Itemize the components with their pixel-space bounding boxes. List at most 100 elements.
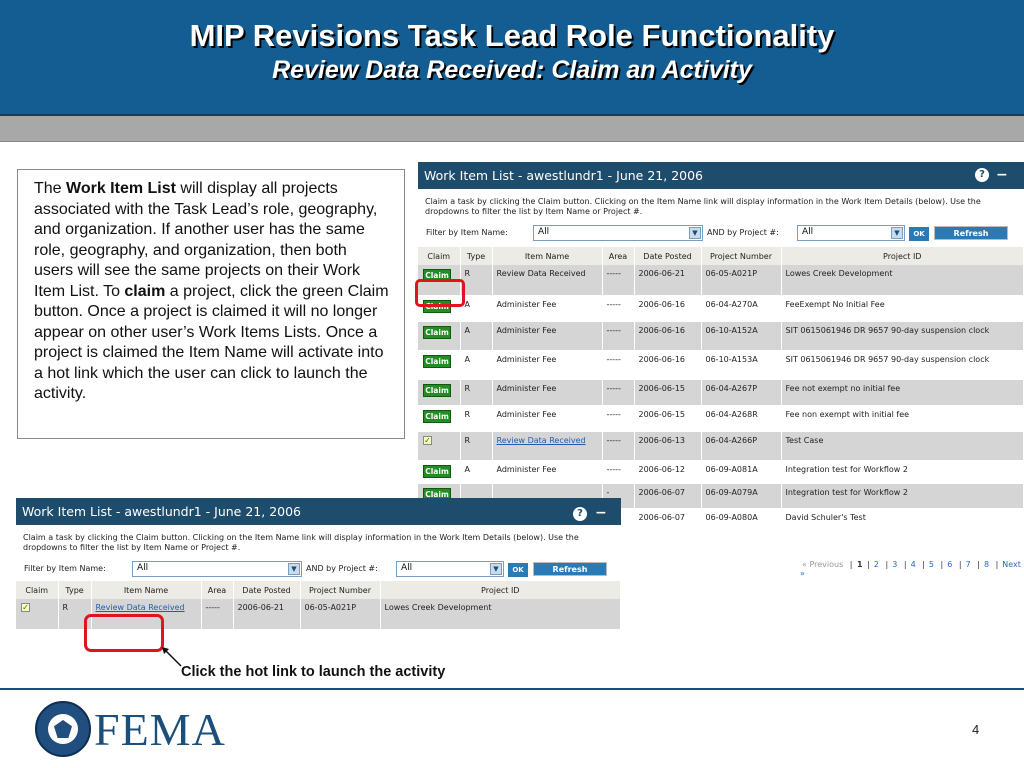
refresh-button[interactable]: Refresh: [934, 226, 1008, 240]
hot-link-highlight: [84, 614, 164, 652]
date-cell: 2006-06-13: [634, 431, 702, 461]
filter-item-select[interactable]: All ▼: [132, 561, 302, 577]
item-name-link[interactable]: Review Data Received: [497, 436, 586, 445]
pager-page[interactable]: 8: [982, 560, 991, 569]
item-name-text: Administer Fee: [496, 299, 557, 309]
pager-previous[interactable]: « Previous: [800, 560, 845, 569]
pager-page[interactable]: 6: [945, 560, 954, 569]
filter-project-select[interactable]: All ▼: [797, 225, 905, 241]
pager-page[interactable]: 4: [909, 560, 918, 569]
table-row: Claim R Review Data Received ----- 2006-06-2…: [418, 265, 1024, 296]
pager-page[interactable]: 3: [890, 560, 899, 569]
area-cell: -----: [602, 350, 635, 380]
project-number-cell: 06-05-A021P: [300, 599, 381, 630]
item-name-cell: Administer Fee: [492, 321, 603, 351]
review-data-received-link[interactable]: Review Data Received: [96, 603, 185, 612]
filter-project-value: All: [401, 563, 413, 573]
column-header[interactable]: Area: [201, 581, 234, 599]
claim-cell: Claim: [418, 321, 461, 351]
claimed-check-icon[interactable]: ✓: [423, 435, 432, 445]
item-name-text: Administer Fee: [496, 464, 557, 474]
pager-page[interactable]: 2: [872, 560, 881, 569]
filter-item-value: All: [137, 563, 149, 573]
refresh-button[interactable]: Refresh: [533, 562, 607, 576]
minimize-icon[interactable]: −: [595, 505, 607, 521]
ok-button[interactable]: OK: [508, 563, 528, 577]
area-cell: -----: [602, 460, 635, 484]
column-header[interactable]: Claim: [16, 581, 59, 599]
table-row: Claim A Administer Fee ----- 2006-06-16 06-10…: [418, 321, 1024, 351]
claim-button[interactable]: Claim: [423, 464, 451, 478]
claimed-check-icon[interactable]: ✓: [21, 603, 30, 612]
project-number-cell: 06-09-A081A: [701, 460, 782, 484]
help-icon[interactable]: ?: [975, 168, 989, 182]
item-name-cell: Administer Fee: [492, 295, 603, 322]
claim-button[interactable]: Claim: [423, 354, 451, 368]
column-header[interactable]: Type: [58, 581, 92, 599]
column-header[interactable]: Date Posted: [634, 247, 702, 265]
project-number-cell: 06-09-A079A: [701, 483, 782, 509]
claim-button[interactable]: Claim: [423, 409, 451, 423]
type-cell: A: [460, 321, 493, 351]
project-id-cell: David Schuler's Test: [781, 508, 1024, 534]
filter-project-select[interactable]: All ▼: [396, 561, 504, 577]
filter-item-label: Filter by Item Name:: [24, 564, 106, 573]
project-id-cell: SIT 0615061946 DR 9657 90-day suspension…: [781, 350, 1024, 380]
date-cell: 2006-06-15: [634, 405, 702, 432]
project-id-cell: Lowes Creek Development: [380, 599, 621, 630]
fema-logo: FEMA: [94, 704, 226, 755]
claim-cell: Claim: [418, 460, 461, 484]
table-header-row: Claim Type Item Name Area Date Posted Pr…: [16, 581, 621, 599]
pager-page[interactable]: 7: [964, 560, 973, 569]
date-cell: 2006-06-16: [634, 350, 702, 380]
column-header[interactable]: Date Posted: [233, 581, 301, 599]
item-name-cell: Administer Fee: [492, 350, 603, 380]
pager-page[interactable]: 5: [927, 560, 936, 569]
pagination: « Previous | 1 | 2 | 3 | 4 | 5 | 6 | 7 | 8 | Nex…: [800, 560, 1021, 578]
project-number-cell: 06-09-A080A: [701, 508, 782, 534]
date-cell: 2006-06-21: [233, 599, 301, 630]
project-number-cell: 06-10-A152A: [701, 321, 782, 351]
filter-item-select[interactable]: All ▼: [533, 225, 703, 241]
ok-button[interactable]: OK: [909, 227, 929, 241]
project-id-cell: Test Case: [781, 431, 1024, 461]
claim-button[interactable]: Claim: [423, 383, 451, 397]
item-name-text: Administer Fee: [496, 383, 557, 393]
pager-page-current: 1: [857, 560, 863, 569]
column-header[interactable]: Type: [460, 247, 493, 265]
filter-project-label: AND by Project #:: [707, 228, 779, 237]
slide-subtitle: Review Data Received: Claim an Activity: [272, 56, 752, 84]
area-cell: -----: [602, 265, 635, 296]
column-header[interactable]: Area: [602, 247, 635, 265]
description-box: The Work Item List will display all proj…: [17, 169, 405, 439]
project-number-cell: 06-05-A021P: [701, 265, 782, 296]
column-header[interactable]: Item Name: [91, 581, 202, 599]
project-number-cell: 06-10-A153A: [701, 350, 782, 380]
window-title: Work Item List - awestlundr1 - June 21, …: [22, 504, 302, 519]
column-header[interactable]: Project ID: [380, 581, 621, 599]
column-header[interactable]: Claim: [418, 247, 461, 265]
table-row: Claim R Administer Fee ----- 2006-06-15 06-04…: [418, 379, 1024, 406]
help-icon[interactable]: ?: [573, 507, 587, 521]
chevron-down-icon: ▼: [689, 227, 701, 239]
minimize-icon[interactable]: −: [996, 167, 1008, 183]
column-header[interactable]: Project Number: [701, 247, 782, 265]
claim-button[interactable]: Claim: [423, 325, 451, 339]
slide-header: MIP Revisions Task Lead Role Functionali…: [0, 0, 1024, 116]
filter-bar: Filter by Item Name: All ▼ AND by Projec…: [418, 217, 1024, 247]
project-number-cell: 06-04-A266P: [701, 431, 782, 461]
type-cell: R: [460, 405, 493, 432]
claim-cell: Claim: [418, 405, 461, 432]
window-titlebar: Work Item List - awestlundr1 - June 21, …: [16, 498, 621, 525]
claim-cell: ✓: [16, 599, 59, 630]
table-header-row: Claim Type Item Name Area Date Posted Pr…: [418, 247, 1024, 265]
chevron-down-icon: ▼: [490, 563, 502, 575]
area-cell: -----: [201, 599, 234, 630]
claim-cell: Claim: [418, 350, 461, 380]
column-header[interactable]: Project ID: [781, 247, 1024, 265]
column-header[interactable]: Item Name: [492, 247, 603, 265]
area-cell: -----: [602, 405, 635, 432]
column-header[interactable]: Project Number: [300, 581, 381, 599]
window-instructions: Claim a task by clicking the Claim butto…: [23, 533, 579, 552]
description-bold-claim: claim: [124, 282, 166, 300]
